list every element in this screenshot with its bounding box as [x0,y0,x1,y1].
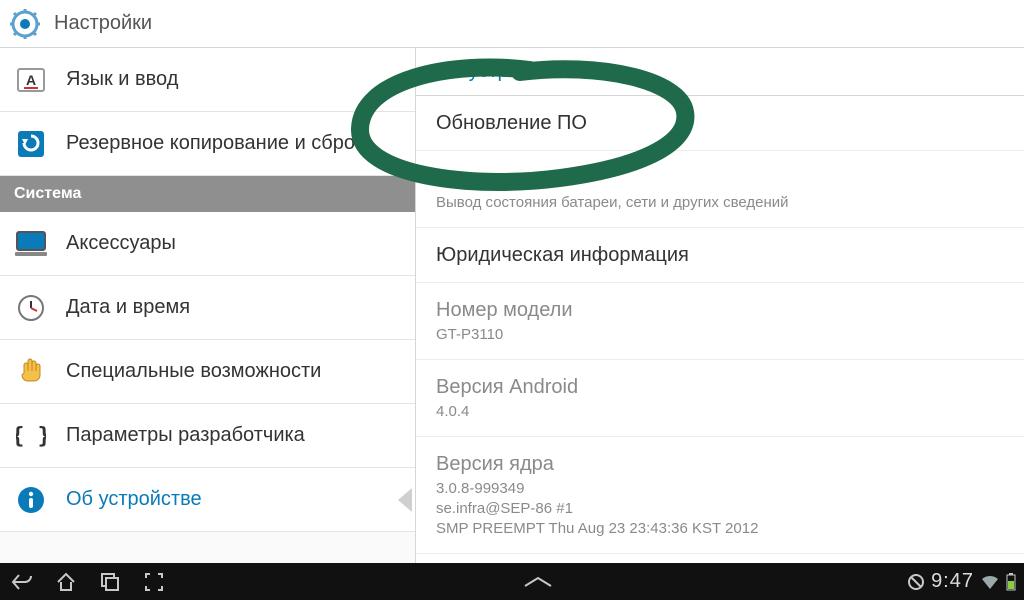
item-subtitle: 3.0.8-999349 se.infra@SEP-86 #1 SMP PREE… [436,479,1004,539]
titlebar: Настройки [0,0,1024,48]
page-title: Настройки [54,12,152,35]
status-clock: 9:47 [931,570,974,593]
item-subtitle: 4.0.4 [436,402,1004,422]
battery-icon [1006,573,1016,591]
detail-pane: Об устройстве Обновление ПО Состояние Вы… [416,48,1024,563]
item-title: Версия Android [436,374,1004,400]
detail-header: Об устройстве [416,48,1024,96]
sync-disabled-icon [907,573,925,591]
sidebar-item-label: Специальные возможности [66,360,321,383]
braces-icon: { } [14,419,48,453]
item-software-update[interactable]: Обновление ПО [416,96,1024,151]
nav-expand-handle[interactable] [176,576,899,588]
settings-sidebar: A Язык и ввод Резервное копирование и сб… [0,48,416,563]
item-title: Номер модели [436,297,1004,323]
sidebar-item-language[interactable]: A Язык и ввод [0,48,415,112]
sidebar-item-label: Параметры разработчика [66,424,305,447]
item-status[interactable]: Состояние Вывод состояния батареи, сети … [416,151,1024,228]
hand-icon [14,355,48,389]
item-subtitle: Вывод состояния батареи, сети и других с… [436,193,1004,213]
detail-header-title: Об устройстве [436,60,572,83]
status-area[interactable]: 9:47 [899,570,1024,593]
item-subtitle: GT-P3110 [436,325,1004,345]
sidebar-item-label: Дата и время [66,296,190,319]
sidebar-item-backup[interactable]: Резервное копирование и сброс [0,112,415,176]
nav-back-button[interactable] [0,563,44,600]
svg-text:A: A [26,72,36,88]
sidebar-item-about[interactable]: Об устройстве [0,468,415,532]
item-legal[interactable]: Юридическая информация [416,228,1024,283]
backup-restore-icon [14,127,48,161]
sidebar-item-label: Язык и ввод [66,68,178,91]
item-kernel-version[interactable]: Версия ядра 3.0.8-999349 se.infra@SEP-86… [416,437,1024,554]
sidebar-item-label: Резервное копирование и сброс [66,132,365,155]
clock-icon [14,291,48,325]
item-title: Обновление ПО [436,110,1004,136]
sidebar-item-datetime[interactable]: Дата и время [0,276,415,340]
settings-gear-icon [10,9,40,39]
nav-screenshot-button[interactable] [132,563,176,600]
sidebar-item-label: Об устройстве [66,488,202,511]
dock-monitor-icon [14,227,48,261]
selected-indicator-icon [392,488,416,512]
item-title: Состояние [436,165,1004,191]
sidebar-item-accessibility[interactable]: Специальные возможности [0,340,415,404]
svg-text:{ }: { } [16,424,46,449]
nav-home-button[interactable] [44,563,88,600]
sidebar-item-developer[interactable]: { } Параметры разработчика [0,404,415,468]
language-icon: A [14,63,48,97]
item-title: Версия ядра [436,451,1004,477]
sidebar-item-label: Аксессуары [66,232,176,255]
nav-recent-button[interactable] [88,563,132,600]
sidebar-item-accessories[interactable]: Аксессуары [0,212,415,276]
item-model[interactable]: Номер модели GT-P3110 [416,283,1024,360]
sidebar-section-system: Система [0,176,415,212]
item-android-version[interactable]: Версия Android 4.0.4 [416,360,1024,437]
system-navbar: 9:47 [0,563,1024,600]
info-icon [14,483,48,517]
wifi-icon [980,573,1000,591]
item-title: Юридическая информация [436,242,1004,268]
